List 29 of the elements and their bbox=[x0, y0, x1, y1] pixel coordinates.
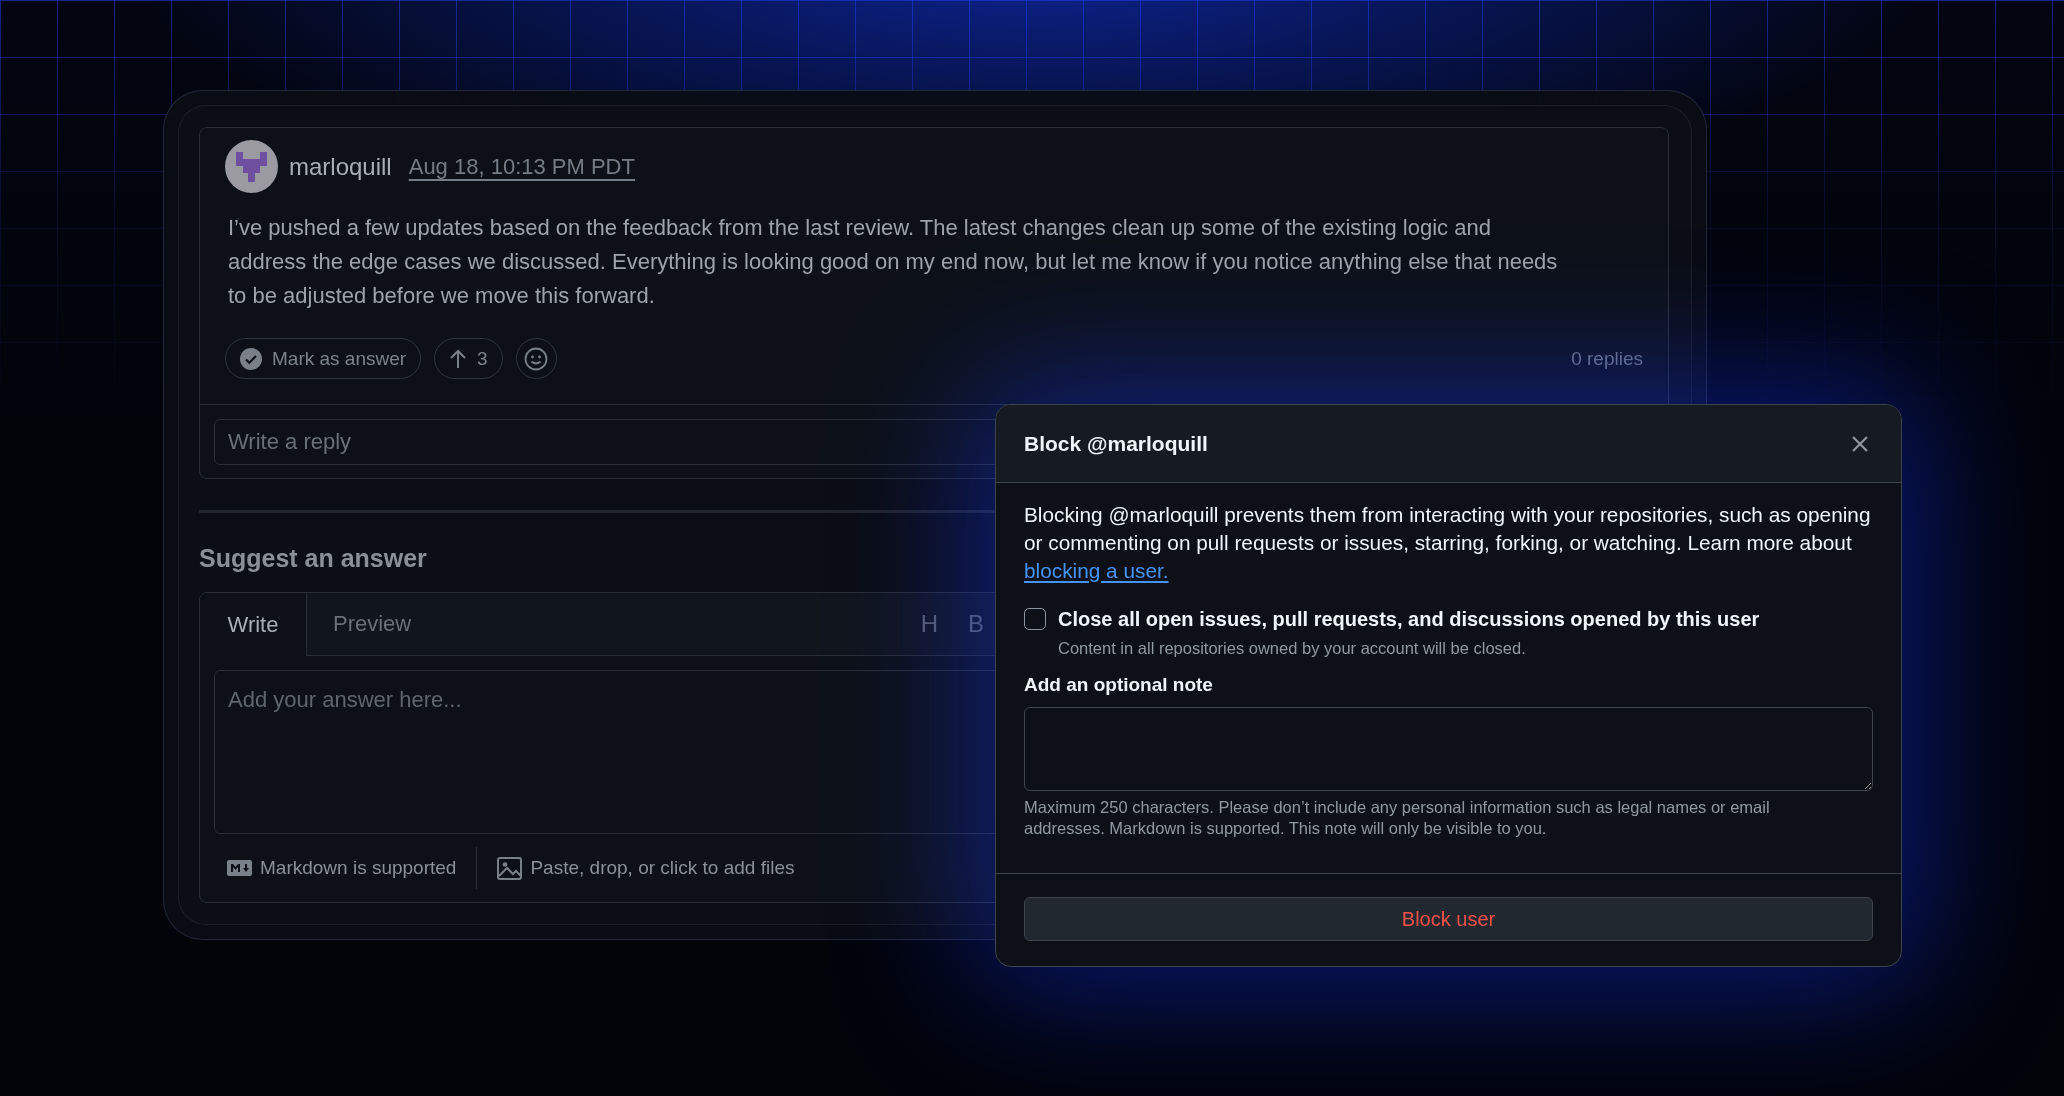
markdown-help-link[interactable]: Markdown is supported bbox=[227, 857, 457, 879]
mark-as-answer-button[interactable]: Mark as answer bbox=[225, 338, 422, 379]
arrow-up-icon bbox=[449, 348, 468, 369]
reaction-button[interactable] bbox=[515, 338, 557, 379]
check-circle-icon bbox=[240, 347, 262, 370]
note-label: Add an optional note bbox=[1024, 674, 1214, 696]
checkbox-label: Close all open issues, pull requests, and discussions opened by this user bbox=[1058, 607, 1760, 631]
note-field[interactable] bbox=[1024, 707, 1873, 791]
reply-count: 0 replies bbox=[1571, 347, 1643, 370]
username[interactable]: marloquill bbox=[289, 152, 392, 181]
editor-tab[interactable]: Preview bbox=[307, 593, 438, 655]
image-icon bbox=[497, 856, 523, 880]
toolbar-button[interactable]: H bbox=[920, 610, 938, 638]
checkbox-hint: Content in all repositories owned by your account will be closed. bbox=[1058, 639, 1527, 658]
comment-text: I’ve pushed a few updates based on the feedback from the last review. The latest changes clean up some of the existing logic and address the edge cases we discussed. Everything is looking good on my end now, but let me know if you notice anything else that needs to be adjusted before we move this forward. bbox=[227, 214, 1559, 310]
markdown-icon bbox=[227, 860, 252, 876]
dialog-title: Block @marloquill bbox=[1024, 431, 1208, 456]
timestamp-link[interactable]: Aug 18, 10:13 PM PDT bbox=[408, 153, 635, 180]
dialog-description: Blocking @marloquill prevents them from interacting with your repositories, such as opening or commenting on pull requests or issues, starring, forking, or watching. Learn more about blocking a user. bbox=[1024, 502, 1872, 584]
learn-more-link[interactable]: blocking a user. bbox=[1024, 559, 1169, 582]
block-user-button[interactable]: Block user bbox=[1024, 897, 1873, 941]
section-heading: Suggest an answer bbox=[199, 543, 427, 573]
attach-files-button[interactable]: Paste, drop, or click to add files bbox=[497, 856, 795, 880]
close-icon bbox=[1851, 434, 1869, 453]
smiley-icon bbox=[524, 346, 549, 371]
upvote-button[interactable]: 3 bbox=[434, 338, 503, 379]
avatar bbox=[225, 140, 278, 193]
editor-tab[interactable]: Write bbox=[200, 593, 307, 656]
checkbox[interactable] bbox=[1024, 608, 1046, 630]
